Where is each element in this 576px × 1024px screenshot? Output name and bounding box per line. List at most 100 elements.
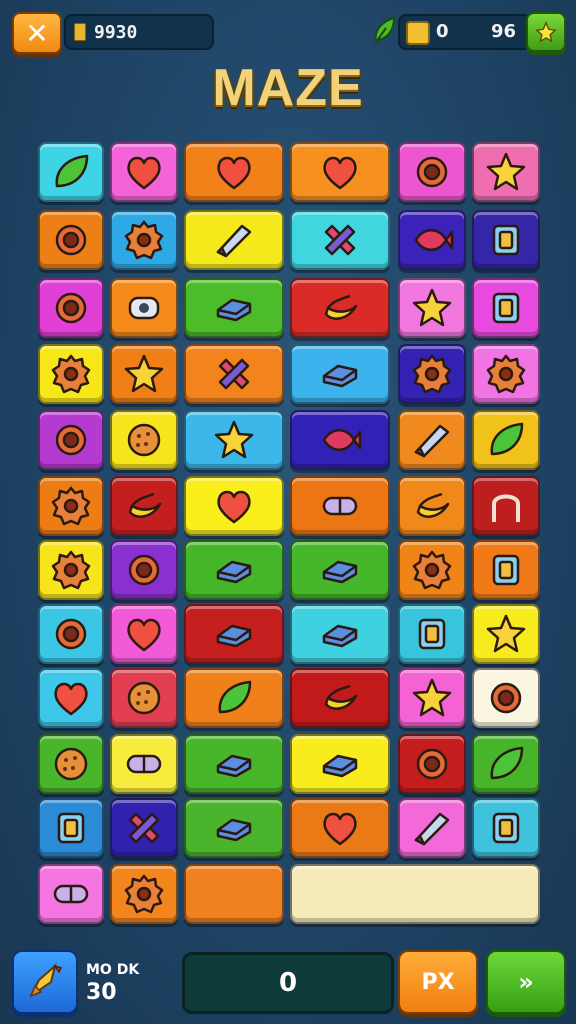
grid-tile[interactable] <box>38 410 104 470</box>
ring-icon <box>416 156 448 188</box>
grid-tile[interactable] <box>398 142 466 202</box>
blade-icon <box>414 424 450 458</box>
grid-tile[interactable] <box>110 734 178 794</box>
cookie-icon <box>127 681 161 715</box>
grid-tile[interactable] <box>472 798 540 858</box>
grid-tile[interactable] <box>472 278 540 338</box>
grid-tile[interactable] <box>38 278 104 338</box>
ring-icon <box>128 554 160 586</box>
grid-tile[interactable] <box>38 344 104 404</box>
grid-tile[interactable] <box>38 864 104 924</box>
star-icon <box>486 614 526 653</box>
capsule-icon <box>53 884 89 904</box>
grid-tile[interactable] <box>184 344 284 404</box>
next-button[interactable]: » <box>486 950 566 1014</box>
grid-tile[interactable] <box>472 734 540 794</box>
grid-tile[interactable] <box>290 864 540 924</box>
grid-tile[interactable] <box>398 410 466 470</box>
grid-tile[interactable] <box>398 798 466 858</box>
grid-tile[interactable] <box>184 540 284 600</box>
grid-tile[interactable] <box>184 668 284 728</box>
gear-icon <box>51 550 91 590</box>
mode-value: 30 <box>86 980 117 1005</box>
cross-icon <box>324 224 356 256</box>
grid-tile[interactable] <box>398 210 466 270</box>
blade-icon <box>414 812 450 846</box>
grid-tile[interactable] <box>290 734 390 794</box>
star-icon <box>124 354 164 393</box>
grid-tile[interactable] <box>290 210 390 270</box>
grid-tile[interactable] <box>184 278 284 338</box>
grid-tile[interactable] <box>472 476 540 536</box>
grid-tile[interactable] <box>290 798 390 858</box>
grid-tile[interactable] <box>110 344 178 404</box>
box-icon <box>57 812 85 844</box>
grid-tile[interactable] <box>110 668 178 728</box>
grid-tile[interactable] <box>38 798 104 858</box>
grid-tile[interactable] <box>38 734 104 794</box>
grid-tile[interactable] <box>472 668 540 728</box>
grid-tile[interactable] <box>184 734 284 794</box>
grid-tile[interactable] <box>472 604 540 664</box>
grid-tile[interactable] <box>472 210 540 270</box>
grid-tile[interactable] <box>398 668 466 728</box>
grid-tile[interactable] <box>184 210 284 270</box>
grid-tile[interactable] <box>290 278 390 338</box>
grid-tile[interactable] <box>184 410 284 470</box>
fish-icon <box>414 229 454 251</box>
grid-tile[interactable] <box>398 604 466 664</box>
grid-tile[interactable] <box>290 410 390 470</box>
box-icon <box>418 618 446 650</box>
grid-tile[interactable] <box>110 798 178 858</box>
grid-tile[interactable] <box>184 476 284 536</box>
grid-tile[interactable] <box>110 864 178 924</box>
grid-tile[interactable] <box>184 142 284 202</box>
heart-icon <box>54 682 88 716</box>
grid-tile[interactable] <box>398 278 466 338</box>
grid-tile[interactable] <box>290 668 390 728</box>
grid-tile[interactable] <box>110 410 178 470</box>
grid-tile[interactable] <box>472 540 540 600</box>
grid-tile[interactable] <box>290 540 390 600</box>
grid-tile[interactable] <box>38 210 104 270</box>
grid-tile[interactable] <box>38 668 104 728</box>
grid-tile[interactable] <box>472 344 540 404</box>
box-icon <box>492 292 520 324</box>
grid-tile[interactable] <box>398 476 466 536</box>
grid-tile[interactable] <box>290 142 390 202</box>
grid-tile[interactable] <box>38 540 104 600</box>
grid-tile[interactable] <box>472 410 540 470</box>
grid-tile[interactable] <box>38 604 104 664</box>
grid-tile[interactable] <box>110 604 178 664</box>
grid-tile[interactable] <box>290 476 390 536</box>
gear-icon <box>51 486 91 526</box>
block-icon <box>322 560 358 584</box>
ring-icon <box>416 748 448 780</box>
ring-icon <box>55 224 87 256</box>
mode-label: MO DK <box>86 962 140 978</box>
grid-tile[interactable] <box>184 864 284 924</box>
grid-tile[interactable] <box>398 734 466 794</box>
heart-icon <box>127 618 161 652</box>
grid-tile[interactable] <box>110 278 178 338</box>
grid-tile[interactable] <box>398 344 466 404</box>
grid-tile[interactable] <box>290 344 390 404</box>
grid-tile[interactable] <box>110 142 178 202</box>
grid-tile[interactable] <box>38 476 104 536</box>
grid-tile[interactable] <box>110 540 178 600</box>
grid-tile[interactable] <box>184 604 284 664</box>
grid-tile[interactable] <box>398 540 466 600</box>
box-icon <box>492 812 520 844</box>
grid-tile[interactable] <box>184 798 284 858</box>
grid-tile[interactable] <box>472 142 540 202</box>
grid-tile[interactable] <box>38 142 104 202</box>
action-button[interactable]: PX <box>398 950 478 1014</box>
rocket-button[interactable] <box>12 950 78 1014</box>
leaf-icon <box>55 154 89 188</box>
grid-tile[interactable] <box>110 210 178 270</box>
score-value: 0 <box>278 968 298 998</box>
ring-icon <box>55 424 87 456</box>
grid-tile[interactable] <box>290 604 390 664</box>
grid-tile[interactable] <box>110 476 178 536</box>
star-icon <box>214 420 254 459</box>
